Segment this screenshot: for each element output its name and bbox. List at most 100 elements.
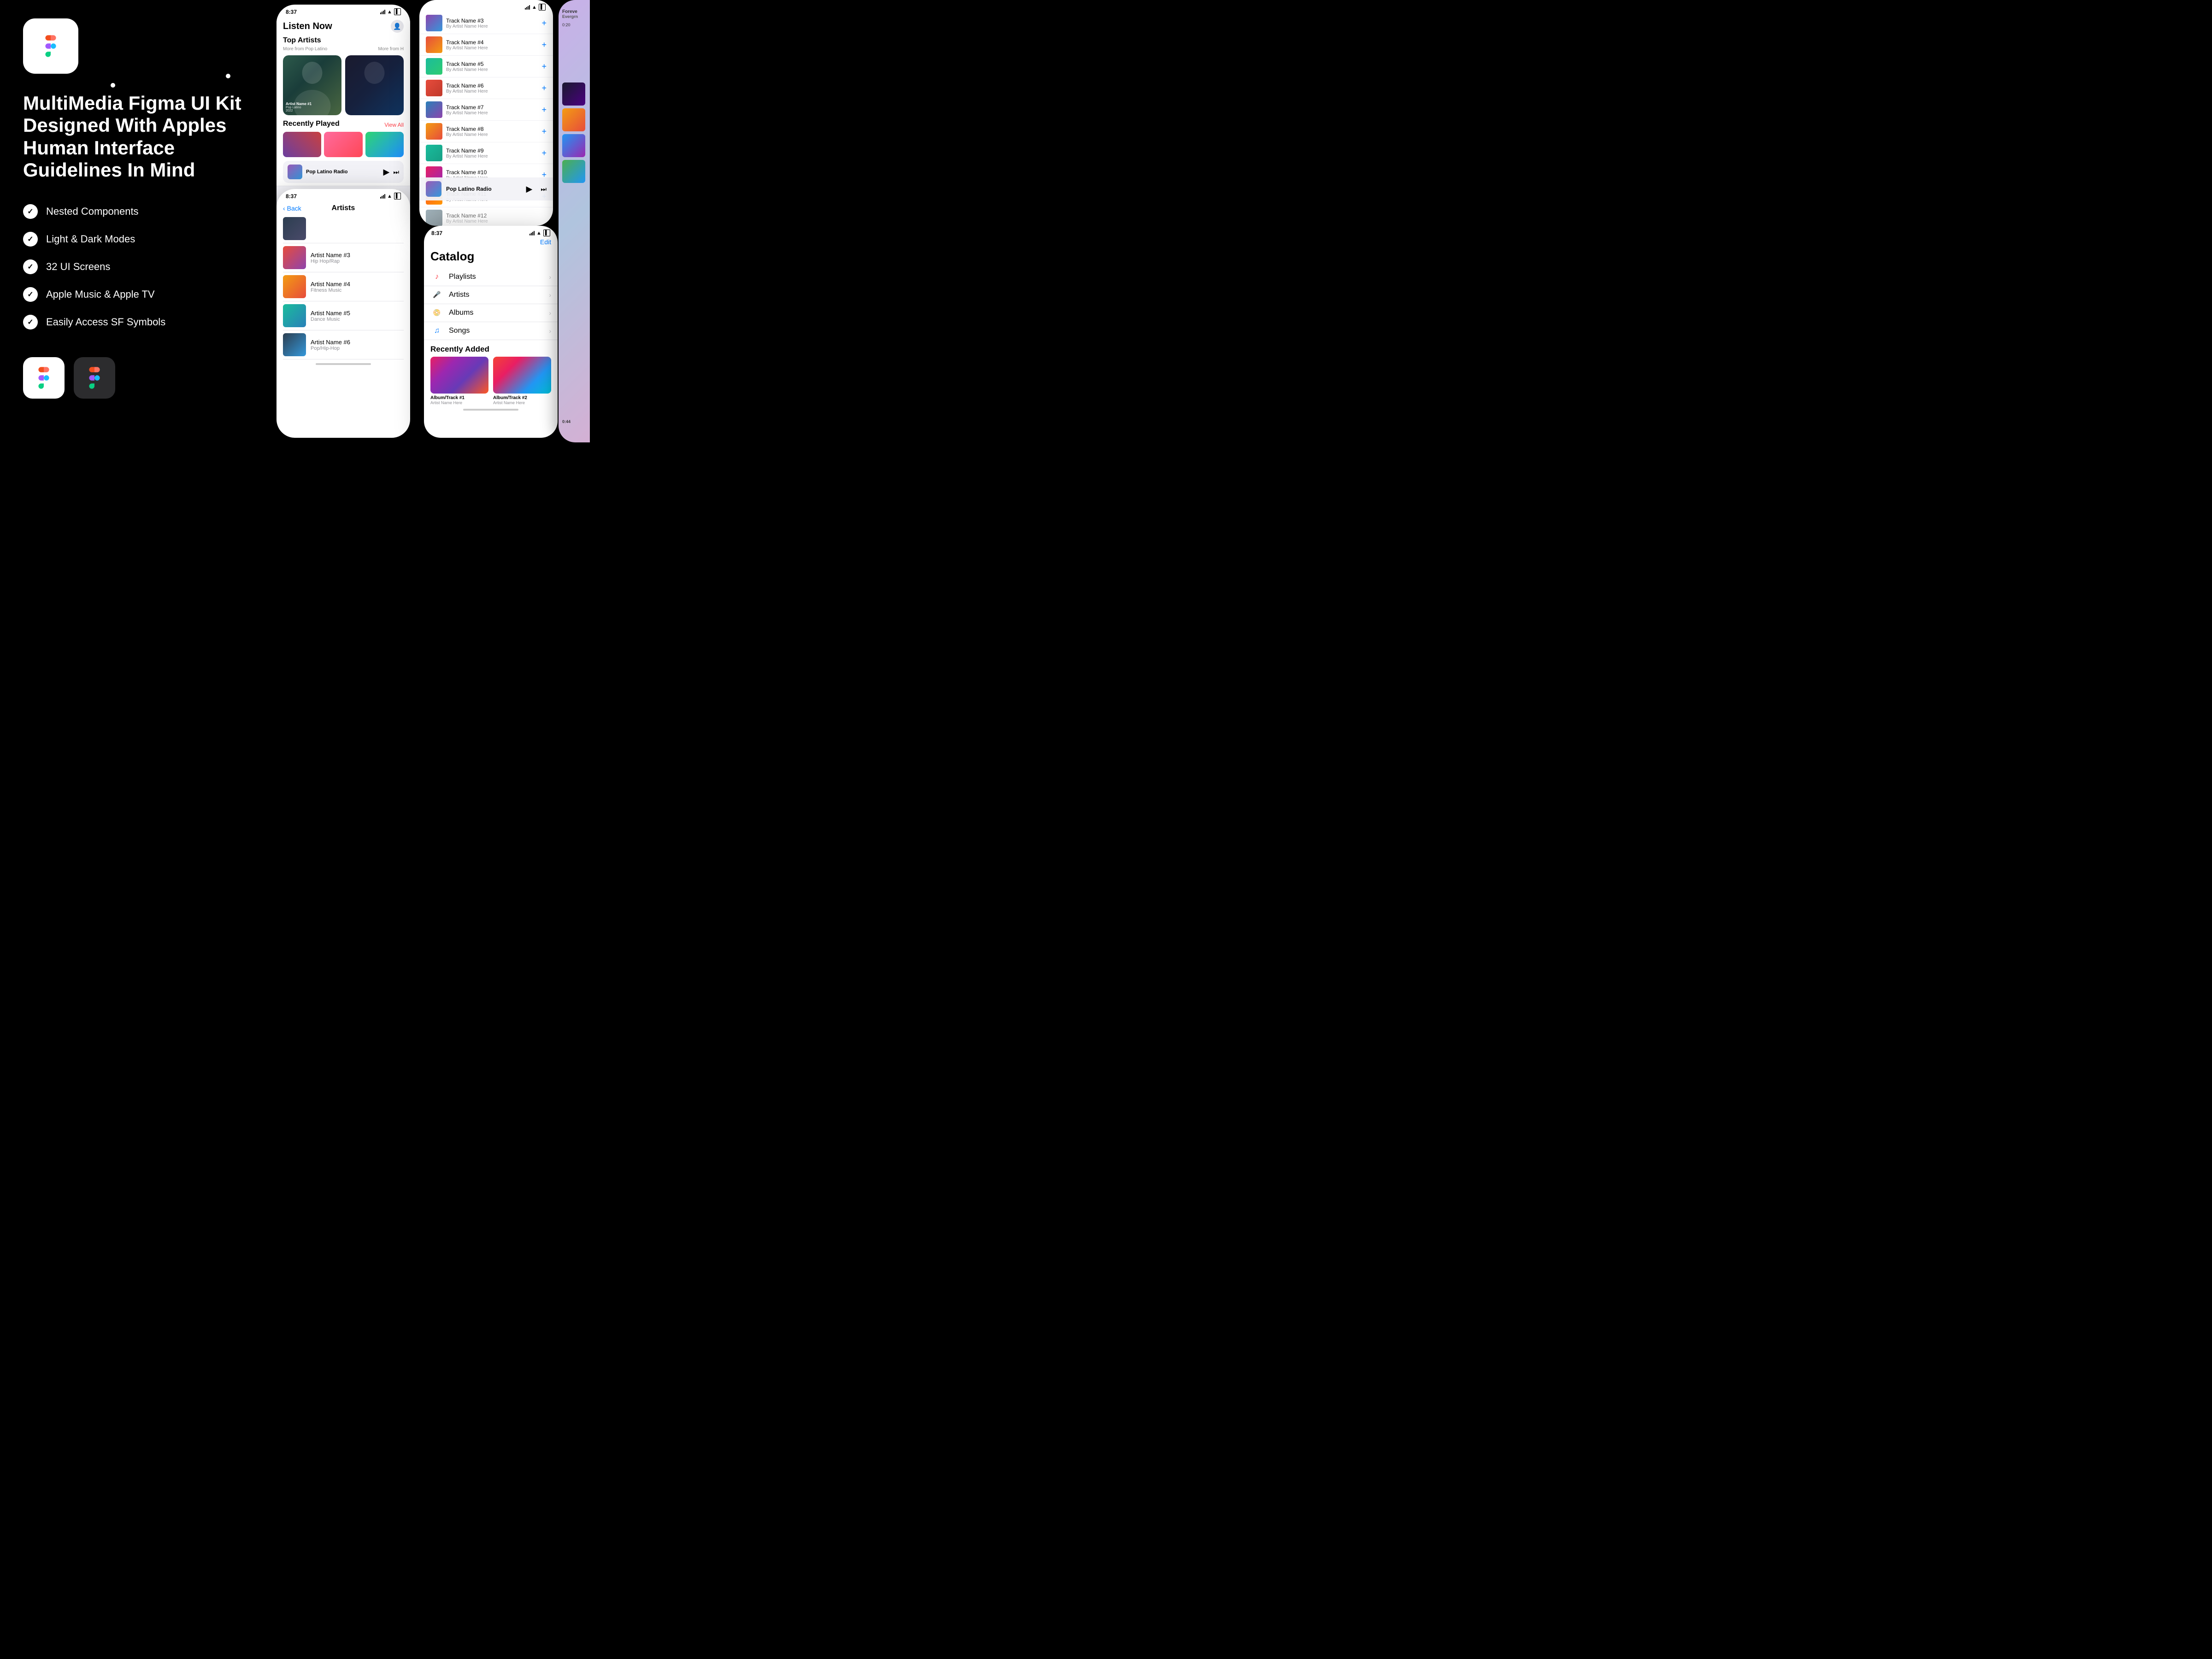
edge-thumb	[562, 160, 585, 183]
edge-thumb	[562, 134, 585, 157]
track-name: Track Name #4	[446, 39, 538, 46]
add-track-icon[interactable]: +	[541, 148, 547, 158]
track-info: Track Name #5 By Artist Name Here	[446, 61, 538, 72]
status-bar: 8:37 ▲ ▌	[276, 5, 410, 17]
recently-played-row: Recently Played View All	[283, 120, 404, 130]
track-thumb	[426, 15, 442, 31]
np-controls: ▶ ⏭	[383, 167, 399, 177]
add-track-icon[interactable]: +	[541, 127, 547, 136]
wifi-icon: ▲	[387, 9, 392, 15]
track-info: Track Name #12 By Artist Name Here	[446, 212, 547, 224]
artist-name: Artist Name #6	[311, 339, 404, 346]
feature-item: Easily Access SF Symbols	[23, 315, 244, 329]
artist-genre: Dance Music	[311, 317, 404, 322]
now-playing-bar[interactable]: Pop Latino Radio ▶ ⏭	[283, 161, 404, 183]
track-list-item[interactable]: Track Name #12 By Artist Name Here	[419, 207, 553, 226]
check-icon	[23, 259, 38, 274]
artist-thumb	[283, 275, 306, 298]
signal-icon	[525, 5, 530, 10]
view-all-link[interactable]: View All	[384, 122, 404, 128]
feature-item: Light & Dark Modes	[23, 232, 244, 247]
catalog-playlists[interactable]: Playlists ›	[424, 268, 558, 286]
edge-thumbnails	[562, 82, 586, 183]
skip-icon[interactable]: ⏭	[393, 168, 399, 176]
status-icons: ▲ ▌	[529, 229, 550, 236]
artist-card-bg2	[345, 55, 404, 115]
edit-button[interactable]: Edit	[540, 238, 551, 246]
figma-icon-dark	[74, 357, 115, 399]
phone-browse: ▲ ▌ Track Name #3 By Artist Name Here + …	[419, 0, 553, 226]
status-icons: ▲ ▌	[380, 193, 401, 200]
battery-icon: ▌	[394, 8, 401, 15]
np-title: Pop Latino Radio	[306, 169, 380, 175]
status-time: 8:37	[286, 9, 297, 15]
track-list-item[interactable]: Track Name #3 By Artist Name Here +	[419, 12, 553, 34]
artist-card-bg: Artist Name #1 Pop Latino 2022	[283, 55, 341, 115]
track-list-item[interactable]: Track Name #9 By Artist Name Here +	[419, 142, 553, 164]
feature-item: 32 UI Screens	[23, 259, 244, 274]
now-playing-bar-right[interactable]: Pop Latino Radio ▶ ⏭	[419, 177, 553, 200]
artist-card-1[interactable]: Artist Name #1 Pop Latino 2022	[283, 55, 341, 115]
album-artist-1: Artist Name Here	[430, 400, 488, 405]
track-thumb	[426, 210, 442, 226]
album-card-2[interactable]: Album/Track #2 Artist Name Here	[493, 357, 551, 405]
back-chevron-icon: ‹	[283, 205, 285, 212]
play-icon[interactable]: ▶	[383, 167, 390, 177]
phone-artists: 8:37 ▲ ▌ ‹ Back Artists	[276, 189, 410, 438]
add-track-icon[interactable]: +	[541, 18, 547, 28]
add-track-icon[interactable]: +	[541, 105, 547, 115]
rec-card-3[interactable]	[365, 132, 404, 157]
artist-list-item[interactable]: Artist Name #4 Fitness Music	[283, 272, 404, 301]
app-logo	[23, 18, 78, 74]
track-list-item[interactable]: Track Name #7 By Artist Name Here +	[419, 99, 553, 121]
album-card-1[interactable]: Album/Track #1 Artist Name Here	[430, 357, 488, 405]
artist1-name: Artist Name #1	[286, 102, 339, 106]
listen-now-header: Listen Now 👤	[283, 17, 404, 36]
np-play-icon[interactable]: ▶	[526, 184, 533, 194]
add-track-icon[interactable]: +	[541, 62, 547, 71]
artist-list-item[interactable]: Artist Name #3 Hip Hop/Rap	[283, 243, 404, 272]
profile-icon[interactable]: 👤	[391, 20, 404, 33]
rec-card-2[interactable]	[324, 132, 362, 157]
catalog-albums[interactable]: Albums ›	[424, 304, 558, 322]
track-list-item[interactable]: Track Name #8 By Artist Name Here +	[419, 121, 553, 142]
catalog-title: Catalog	[424, 246, 558, 268]
catalog-artists[interactable]: Artists ›	[424, 286, 558, 304]
catalog-songs[interactable]: Songs ›	[424, 322, 558, 340]
feature-label: Easily Access SF Symbols	[46, 316, 165, 328]
track-list-item[interactable]: Track Name #5 By Artist Name Here +	[419, 56, 553, 77]
chevron-right-icon: ›	[549, 327, 551, 335]
status-icons: ▲ ▌	[525, 4, 546, 11]
rec-card-1[interactable]	[283, 132, 321, 157]
left-panel: MultiMedia Figma UI Kit Designed With Ap…	[0, 0, 267, 442]
artist-genre: Fitness Music	[311, 288, 404, 293]
add-track-icon[interactable]: +	[541, 40, 547, 50]
track-artist: By Artist Name Here	[446, 111, 538, 116]
track-list-item[interactable]: Track Name #4 By Artist Name Here +	[419, 34, 553, 56]
artist-list-item[interactable]	[283, 214, 404, 243]
artist-card-2[interactable]	[345, 55, 404, 115]
track-thumb	[426, 101, 442, 118]
artist-thumb	[283, 217, 306, 240]
artist-name: Artist Name #5	[311, 310, 404, 317]
feature-item: Nested Components	[23, 204, 244, 219]
artist-list-item[interactable]: Artist Name #6 Pop/Hip-Hop	[283, 330, 404, 359]
status-time: 8:37	[286, 193, 297, 200]
artist-thumb	[283, 333, 306, 356]
track-artist: By Artist Name Here	[446, 154, 538, 159]
feature-label: Nested Components	[46, 206, 139, 218]
back-button[interactable]: ‹ Back	[283, 205, 301, 212]
track-artist: By Artist Name Here	[446, 46, 538, 51]
np-skip-icon[interactable]: ⏭	[541, 185, 547, 193]
decorative-dot	[111, 83, 115, 88]
add-track-icon[interactable]: +	[541, 83, 547, 93]
artist-info: Artist Name #6 Pop/Hip-Hop	[311, 339, 404, 351]
artist-list-item[interactable]: Artist Name #5 Dance Music	[283, 301, 404, 330]
np-thumb	[426, 181, 441, 197]
album-cover-1	[430, 357, 488, 394]
track-artist: By Artist Name Here	[446, 219, 547, 224]
brand-icons	[23, 357, 244, 399]
track-list-item[interactable]: Track Name #6 By Artist Name Here +	[419, 77, 553, 99]
track-thumb	[426, 58, 442, 75]
track-name: Track Name #7	[446, 104, 538, 111]
